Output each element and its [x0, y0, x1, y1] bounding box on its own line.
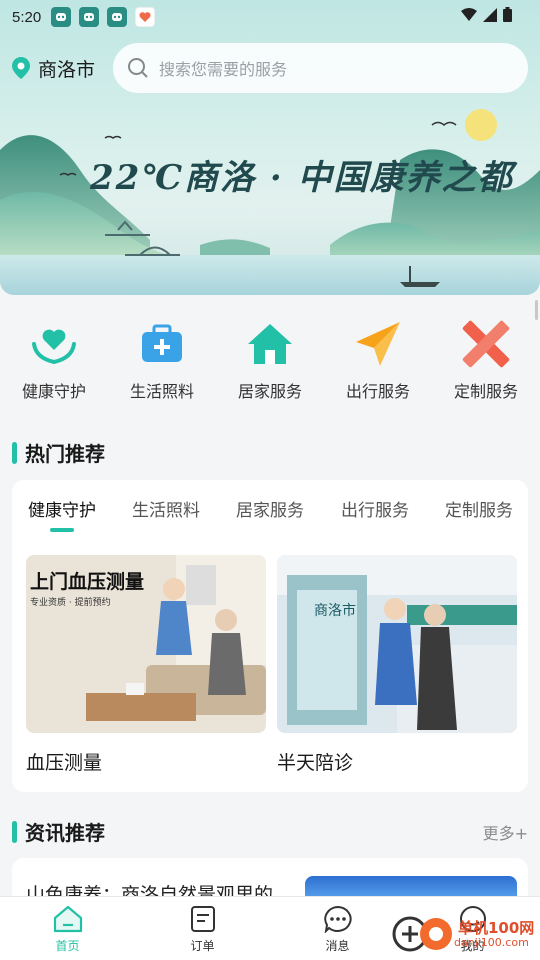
- service-image-escort[interactable]: 商洛市: [277, 555, 517, 733]
- ruler-pencil-icon: [460, 318, 512, 370]
- card-overlay-subtitle: 专业资质 · 提前预约: [30, 598, 111, 608]
- tab-label: 出行服务: [341, 501, 409, 521]
- app-notification-icon: [79, 7, 100, 27]
- search-icon: [128, 58, 148, 78]
- card-caption: 血压测量: [26, 752, 103, 774]
- service-life-care[interactable]: 生活照料: [108, 318, 216, 408]
- site-watermark: 单机100网 danji100.com: [392, 914, 534, 954]
- hospital-sign: 商洛市: [314, 602, 356, 618]
- order-icon: [190, 906, 215, 932]
- location-pin-icon: [12, 57, 30, 79]
- service-home[interactable]: 居家服务: [216, 318, 324, 408]
- news-section-header: 资讯推荐: [12, 817, 105, 846]
- home-icon: [53, 905, 82, 933]
- nav-label: 首页: [55, 939, 80, 953]
- hot-recommend-card: 健康守护 生活照料 居家服务 出行服务 定制服务 上门血压测量 专业资质 · 提…: [12, 480, 528, 792]
- service-custom[interactable]: 定制服务: [432, 318, 540, 408]
- status-time: 5:20: [12, 8, 42, 26]
- service-health[interactable]: 健康守护: [0, 318, 108, 408]
- tab-life-care[interactable]: 生活照料: [132, 480, 200, 521]
- hospital-escort-photo: 商洛市: [277, 555, 517, 733]
- service-label: 健康守护: [21, 382, 86, 401]
- tab-label: 居家服务: [236, 501, 304, 521]
- nav-home[interactable]: 首页: [0, 897, 135, 960]
- nav-messages[interactable]: 消息: [270, 897, 405, 960]
- tab-home[interactable]: 居家服务: [236, 480, 304, 521]
- card-overlay-title: 上门血压测量: [30, 571, 145, 593]
- tab-health[interactable]: 健康守护: [28, 480, 96, 532]
- battery-icon: [503, 7, 512, 22]
- nav-label: 订单: [190, 939, 215, 953]
- hero-banner[interactable]: 5:20 商洛市 搜索您需要的服务 22℃商洛 · 中国康养之都: [0, 0, 540, 295]
- section-title: 资讯推荐: [25, 821, 105, 845]
- card-caption: 半天陪诊: [277, 752, 354, 774]
- service-label: 定制服务: [453, 382, 518, 401]
- watermark-text: 单机100网: [458, 918, 535, 937]
- search-placeholder: 搜索您需要的服务: [159, 60, 288, 79]
- boat: [400, 282, 440, 287]
- lake: [0, 255, 540, 295]
- tab-label: 健康守护: [28, 501, 96, 521]
- search-input[interactable]: 搜索您需要的服务: [113, 43, 528, 93]
- message-icon: [323, 905, 352, 933]
- status-bar: 5:20: [0, 0, 540, 34]
- app-notification-icon: [107, 7, 128, 27]
- active-tab-indicator: [50, 528, 74, 532]
- location-selector[interactable]: 商洛市: [12, 44, 95, 92]
- medical-kit-icon: [136, 318, 188, 370]
- nav-orders[interactable]: 订单: [135, 897, 270, 960]
- signal-icon: [483, 7, 497, 22]
- tab-label: 定制服务: [445, 501, 513, 521]
- section-accent-bar: [12, 441, 17, 464]
- service-grid: 健康守护 生活照料 居家服务 出行服务 定制服务: [0, 318, 540, 408]
- app-notification-icon: [51, 7, 72, 27]
- tab-custom[interactable]: 定制服务: [445, 480, 513, 521]
- category-tabs: 健康守护 生活照料 居家服务 出行服务 定制服务: [12, 480, 528, 540]
- watermark-logo-icon: [392, 916, 452, 952]
- section-accent-bar: [12, 820, 17, 843]
- paper-plane-icon: [352, 318, 404, 370]
- city-label: 商洛市: [38, 59, 96, 81]
- heart-hands-icon: [28, 318, 80, 370]
- hot-section-header: 热门推荐: [12, 438, 105, 467]
- service-travel[interactable]: 出行服务: [324, 318, 432, 408]
- heart-app-icon: [135, 7, 156, 27]
- service-label: 居家服务: [237, 382, 302, 401]
- wifi-icon: [461, 7, 477, 21]
- tab-label: 生活照料: [132, 501, 200, 521]
- scrollbar[interactable]: [535, 300, 538, 320]
- sun: [465, 109, 497, 141]
- watermark-url: danji100.com: [454, 935, 529, 949]
- service-label: 生活照料: [129, 382, 194, 401]
- service-image-blood-pressure[interactable]: 上门血压测量 专业资质 · 提前预约: [26, 555, 266, 733]
- more-news-link[interactable]: 更多+: [483, 820, 528, 844]
- tab-travel[interactable]: 出行服务: [341, 480, 409, 521]
- section-title: 热门推荐: [25, 442, 105, 466]
- nav-label: 消息: [325, 939, 350, 953]
- house-icon: [244, 318, 296, 370]
- banner-title: 22℃商洛 · 中国康养之都: [90, 158, 514, 198]
- service-label: 出行服务: [345, 382, 410, 401]
